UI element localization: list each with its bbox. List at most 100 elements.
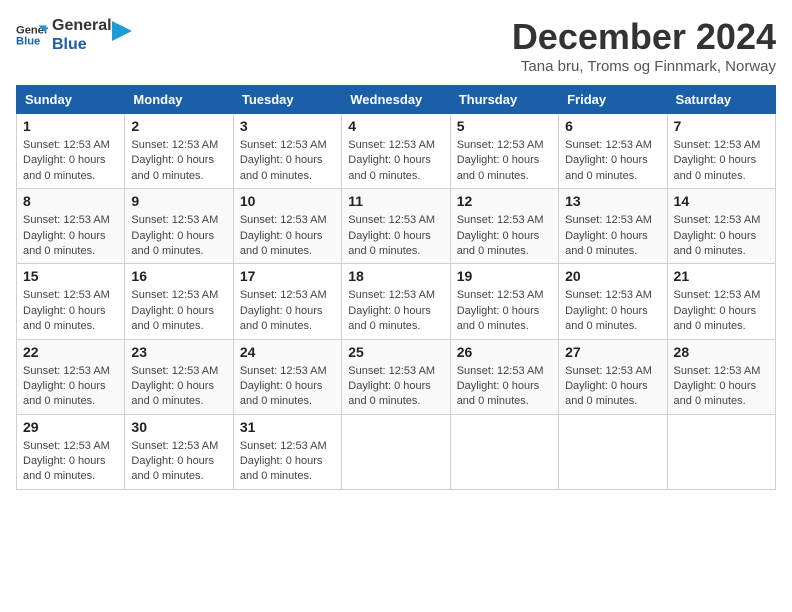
- calendar-cell: 23 Sunset: 12:53 AM Daylight: 0 hours and…: [125, 339, 233, 414]
- column-header-wednesday: Wednesday: [342, 86, 450, 114]
- calendar-cell: 26 Sunset: 12:53 AM Daylight: 0 hours and…: [450, 339, 558, 414]
- calendar-cell: [450, 414, 558, 489]
- day-number: 28: [674, 344, 769, 360]
- day-number: 15: [23, 268, 118, 284]
- day-info: Sunset: 12:53 AM Daylight: 0 hours and 0…: [674, 138, 769, 184]
- day-number: 4: [348, 118, 443, 134]
- logo-icon: General Blue: [16, 19, 48, 51]
- day-number: 18: [348, 268, 443, 284]
- day-info: Sunset: 12:53 AM Daylight: 0 hours and 0…: [131, 213, 226, 259]
- day-info: Sunset: 12:53 AM Daylight: 0 hours and 0…: [240, 138, 335, 184]
- calendar-table: SundayMondayTuesdayWednesdayThursdayFrid…: [16, 85, 776, 490]
- day-info: Sunset: 12:53 AM Daylight: 0 hours and 0…: [131, 288, 226, 334]
- day-info: Sunset: 12:53 AM Daylight: 0 hours and 0…: [674, 288, 769, 334]
- day-number: 19: [457, 268, 552, 284]
- calendar-cell: 6 Sunset: 12:53 AM Daylight: 0 hours and …: [559, 114, 667, 189]
- day-info: Sunset: 12:53 AM Daylight: 0 hours and 0…: [240, 288, 335, 334]
- calendar-cell: 3Sunset: 12:53 AM Daylight: 0 hours and …: [233, 114, 341, 189]
- day-info: Sunset: 12:53 AM Daylight: 0 hours and 0…: [131, 138, 226, 184]
- main-title: December 2024: [512, 16, 776, 58]
- column-header-sunday: Sunday: [17, 86, 125, 114]
- calendar-cell: 17Sunset: 12:53 AM Daylight: 0 hours and…: [233, 264, 341, 339]
- day-info: Sunset: 12:53 AM Daylight: 0 hours and 0…: [565, 288, 660, 334]
- day-info: Sunset: 12:53 AM Daylight: 0 hours and 0…: [23, 138, 118, 184]
- calendar-cell: 24 Sunset: 12:53 AM Daylight: 0 hours and…: [233, 339, 341, 414]
- day-number: 21: [674, 268, 769, 284]
- calendar-cell: [667, 414, 775, 489]
- day-number: 14: [674, 193, 769, 209]
- day-info: Sunset: 12:53 AM Daylight: 0 hours and 0…: [457, 138, 552, 184]
- calendar-cell: 15 Sunset: 12:53 AM Daylight: 0 hours and…: [17, 264, 125, 339]
- calendar-cell: 16 Sunset: 12:53 AM Daylight: 0 hours and…: [125, 264, 233, 339]
- day-info: Sunset: 12:53 AM Daylight: 0 hours and 0…: [23, 213, 118, 259]
- day-number: 9: [131, 193, 226, 209]
- day-number: 26: [457, 344, 552, 360]
- logo-text-blue: Blue: [52, 35, 112, 54]
- day-number: 6: [565, 118, 660, 134]
- logo-chevron-icon: [112, 21, 132, 41]
- svg-text:Blue: Blue: [16, 36, 40, 48]
- calendar-cell: 5 Sunset: 12:53 AM Daylight: 0 hours and …: [450, 114, 558, 189]
- calendar-cell: 12Sunset: 12:53 AM Daylight: 0 hours and…: [450, 189, 558, 264]
- calendar-cell: 29 Sunset: 12:53 AM Daylight: 0 hours and…: [17, 414, 125, 489]
- day-number: 10: [240, 193, 335, 209]
- day-info: Sunset: 12:53 AM Daylight: 0 hours and 0…: [674, 213, 769, 259]
- day-info: Sunset: 12:53 AM Daylight: 0 hours and 0…: [348, 213, 443, 259]
- calendar-cell: 27 Sunset: 12:53 AM Daylight: 0 hours and…: [559, 339, 667, 414]
- logo-text-general: General: [52, 16, 112, 35]
- day-number: 8: [23, 193, 118, 209]
- calendar-cell: 25Sunset: 12:53 AM Daylight: 0 hours and…: [342, 339, 450, 414]
- day-number: 20: [565, 268, 660, 284]
- logo: General Blue General Blue: [16, 16, 132, 54]
- day-number: 31: [240, 419, 335, 435]
- calendar-cell: 20 Sunset: 12:53 AM Daylight: 0 hours and…: [559, 264, 667, 339]
- day-info: Sunset: 12:53 AM Daylight: 0 hours and 0…: [23, 364, 118, 410]
- day-info: Sunset: 12:53 AM Daylight: 0 hours and 0…: [457, 288, 552, 334]
- calendar-cell: 11 Sunset: 12:53 AM Daylight: 0 hours and…: [342, 189, 450, 264]
- day-info: Sunset: 12:53 AM Daylight: 0 hours and 0…: [565, 138, 660, 184]
- calendar-cell: 18 Sunset: 12:53 AM Daylight: 0 hours and…: [342, 264, 450, 339]
- calendar-cell: 8 Sunset: 12:53 AM Daylight: 0 hours and …: [17, 189, 125, 264]
- day-info: Sunset: 12:53 AM Daylight: 0 hours and 0…: [131, 364, 226, 410]
- day-info: Sunset: 12:53 AM Daylight: 0 hours and 0…: [23, 439, 118, 485]
- day-info: Sunset: 12:53 AM Daylight: 0 hours and 0…: [565, 364, 660, 410]
- calendar-cell: 22Sunset: 12:53 AM Daylight: 0 hours and…: [17, 339, 125, 414]
- column-header-thursday: Thursday: [450, 86, 558, 114]
- day-number: 12: [457, 193, 552, 209]
- day-info: Sunset: 12:53 AM Daylight: 0 hours and 0…: [240, 439, 335, 485]
- calendar-cell: 13Sunset: 12:53 AM Daylight: 0 hours and…: [559, 189, 667, 264]
- column-header-tuesday: Tuesday: [233, 86, 341, 114]
- calendar-cell: [342, 414, 450, 489]
- day-number: 11: [348, 193, 443, 209]
- day-info: Sunset: 12:53 AM Daylight: 0 hours and 0…: [348, 138, 443, 184]
- day-number: 16: [131, 268, 226, 284]
- day-number: 2: [131, 118, 226, 134]
- day-number: 1: [23, 118, 118, 134]
- day-info: Sunset: 12:53 AM Daylight: 0 hours and 0…: [240, 364, 335, 410]
- title-area: December 2024 Tana bru, Troms og Finnmar…: [512, 16, 776, 75]
- day-info: Sunset: 12:53 AM Daylight: 0 hours and 0…: [23, 288, 118, 334]
- day-number: 5: [457, 118, 552, 134]
- calendar-cell: 4 Sunset: 12:53 AM Daylight: 0 hours and …: [342, 114, 450, 189]
- calendar-cell: 14 Sunset: 12:53 AM Daylight: 0 hours and…: [667, 189, 775, 264]
- calendar-cell: 10 Sunset: 12:53 AM Daylight: 0 hours and…: [233, 189, 341, 264]
- column-header-saturday: Saturday: [667, 86, 775, 114]
- calendar-cell: 28Sunset: 12:53 AM Daylight: 0 hours and…: [667, 339, 775, 414]
- calendar-cell: 19 Sunset: 12:53 AM Daylight: 0 hours and…: [450, 264, 558, 339]
- day-number: 7: [674, 118, 769, 134]
- day-number: 24: [240, 344, 335, 360]
- calendar-cell: 1 Sunset: 12:53 AM Daylight: 0 hours and …: [17, 114, 125, 189]
- calendar-cell: 21 Sunset: 12:53 AM Daylight: 0 hours and…: [667, 264, 775, 339]
- day-number: 27: [565, 344, 660, 360]
- day-number: 23: [131, 344, 226, 360]
- day-info: Sunset: 12:53 AM Daylight: 0 hours and 0…: [457, 364, 552, 410]
- day-number: 25: [348, 344, 443, 360]
- day-info: Sunset: 12:53 AM Daylight: 0 hours and 0…: [240, 213, 335, 259]
- calendar-cell: 7 Sunset: 12:53 AM Daylight: 0 hours and …: [667, 114, 775, 189]
- day-number: 30: [131, 419, 226, 435]
- day-number: 13: [565, 193, 660, 209]
- column-header-friday: Friday: [559, 86, 667, 114]
- column-header-monday: Monday: [125, 86, 233, 114]
- day-info: Sunset: 12:53 AM Daylight: 0 hours and 0…: [348, 288, 443, 334]
- day-number: 29: [23, 419, 118, 435]
